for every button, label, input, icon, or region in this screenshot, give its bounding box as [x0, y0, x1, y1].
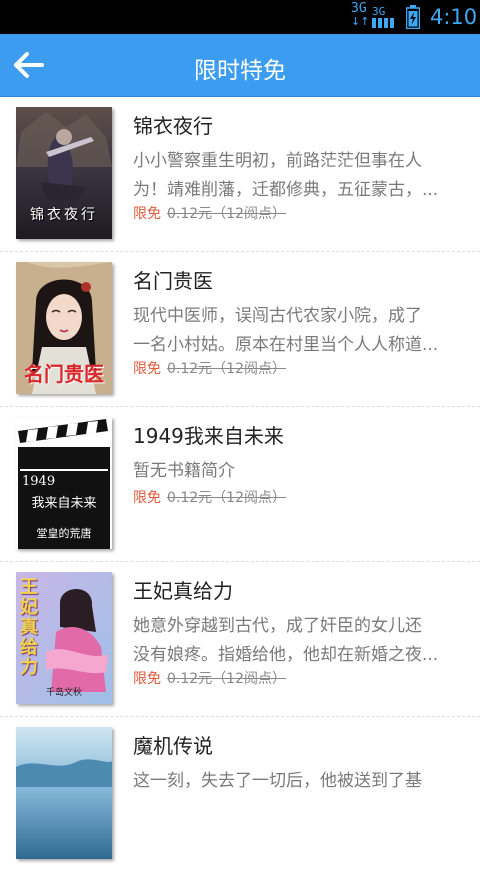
- book-description: 这一刻，失去了一切后，他被送到了基: [133, 767, 465, 825]
- list-item[interactable]: 锦衣夜行 锦衣夜行 小小警察重生明初，前路茫茫但事在人 为！靖难削藩，迁都修典，…: [0, 97, 480, 252]
- book-title[interactable]: 1949我来自未来: [133, 420, 284, 449]
- clock: 4:10: [430, 5, 478, 29]
- list-item[interactable]: 魔机传说 这一刻，失去了一切后，他被送到了基: [0, 717, 480, 872]
- book-cover[interactable]: [16, 727, 112, 859]
- list-item[interactable]: 1949 我来自未来 堂皇的荒唐 1949我来自未来 暂无书籍简介 限免 0.12…: [0, 407, 480, 562]
- price-info: 限免 0.12元（12阅点）: [133, 668, 286, 688]
- status-bar: 3G ↓↑ 3G 4:10: [0, 0, 480, 34]
- battery-icon: [406, 5, 420, 29]
- free-badge: 限免: [133, 490, 161, 506]
- list-item[interactable]: 名门贵医 名门贵医 现代中医师，误闯古代农家小院，成了 一名小村姑。原本在村里当…: [0, 252, 480, 407]
- network-type-label: 3G: [351, 1, 367, 16]
- cover-subtitle-text: 堂皇的荒唐: [36, 527, 92, 540]
- signal-icon: 3G: [372, 5, 394, 28]
- book-cover[interactable]: 1949 我来自未来 堂皇的荒唐: [16, 417, 112, 549]
- original-price: 0.12元（12阅点）: [167, 671, 286, 687]
- book-cover[interactable]: 名门贵医: [16, 262, 112, 394]
- description-line: 这一刻，失去了一切后，他被送到了基: [133, 771, 422, 791]
- description-line: 没有娘疼。指婚给他，他却在新婚之夜...: [133, 645, 439, 665]
- book-list: 锦衣夜行 锦衣夜行 小小警察重生明初，前路茫茫但事在人 为！靖难削藩，迁都修典，…: [0, 97, 480, 872]
- original-price: 0.12元（12阅点）: [167, 361, 286, 377]
- price-info: 限免 0.12元（12阅点）: [133, 487, 286, 507]
- book-title[interactable]: 王妃真给力: [133, 575, 233, 604]
- cover-author-text: 千岛文秋: [45, 688, 82, 698]
- cover-title-text: 锦衣夜行: [30, 207, 98, 223]
- book-description: 她意外穿越到古代，成了奸臣的女儿还 没有娘疼。指婚给他，他却在新婚之夜...: [133, 612, 465, 670]
- free-badge: 限免: [133, 361, 161, 377]
- price-info: 限免 0.12元（12阅点）: [133, 358, 286, 378]
- price-info: 限免 0.12元（12阅点）: [133, 203, 286, 223]
- original-price: 0.12元（12阅点）: [167, 490, 286, 506]
- description-line: 她意外穿越到古代，成了奸臣的女儿还: [133, 616, 422, 636]
- description-line: 为！靖难削藩，迁都修典，五征蒙古，...: [133, 180, 439, 200]
- free-badge: 限免: [133, 206, 161, 222]
- book-cover[interactable]: 王妃真给力 千岛文秋: [16, 572, 112, 704]
- book-cover[interactable]: 锦衣夜行: [16, 107, 112, 239]
- cover-title-text: 王妃真给力: [20, 577, 38, 678]
- description-line: 一名小村姑。原本在村里当个人人称道...: [133, 335, 439, 355]
- page-title: 限时特免: [194, 58, 286, 84]
- cover-year-text: 1949: [22, 474, 56, 489]
- book-description: 现代中医师，误闯古代农家小院，成了 一名小村姑。原本在村里当个人人称道...: [133, 302, 465, 360]
- book-title[interactable]: 锦衣夜行: [133, 110, 213, 139]
- book-title[interactable]: 名门贵医: [133, 265, 213, 294]
- description-line: 暂无书籍简介: [133, 461, 235, 481]
- description-line: 现代中医师，误闯古代农家小院，成了: [133, 306, 422, 326]
- app-header: 限时特免: [0, 34, 480, 97]
- book-cover-image: [16, 727, 112, 859]
- cover-title-text: 我来自未来: [31, 496, 97, 511]
- book-description: 小小警察重生明初，前路茫茫但事在人 为！靖难削藩，迁都修典，五征蒙古，...: [133, 147, 465, 205]
- data-activity-icon: ↓↑: [351, 15, 370, 28]
- list-item[interactable]: 王妃真给力 千岛文秋 王妃真给力 她意外穿越到古代，成了奸臣的女儿还 没有娘疼。…: [0, 562, 480, 717]
- original-price: 0.12元（12阅点）: [167, 206, 286, 222]
- description-line: 小小警察重生明初，前路茫茫但事在人: [133, 151, 422, 171]
- svg-text:3G: 3G: [372, 5, 385, 18]
- cover-title-text: 名门贵医: [24, 362, 104, 386]
- book-title[interactable]: 魔机传说: [133, 730, 213, 759]
- free-badge: 限免: [133, 671, 161, 687]
- book-description: 暂无书籍简介: [133, 457, 465, 486]
